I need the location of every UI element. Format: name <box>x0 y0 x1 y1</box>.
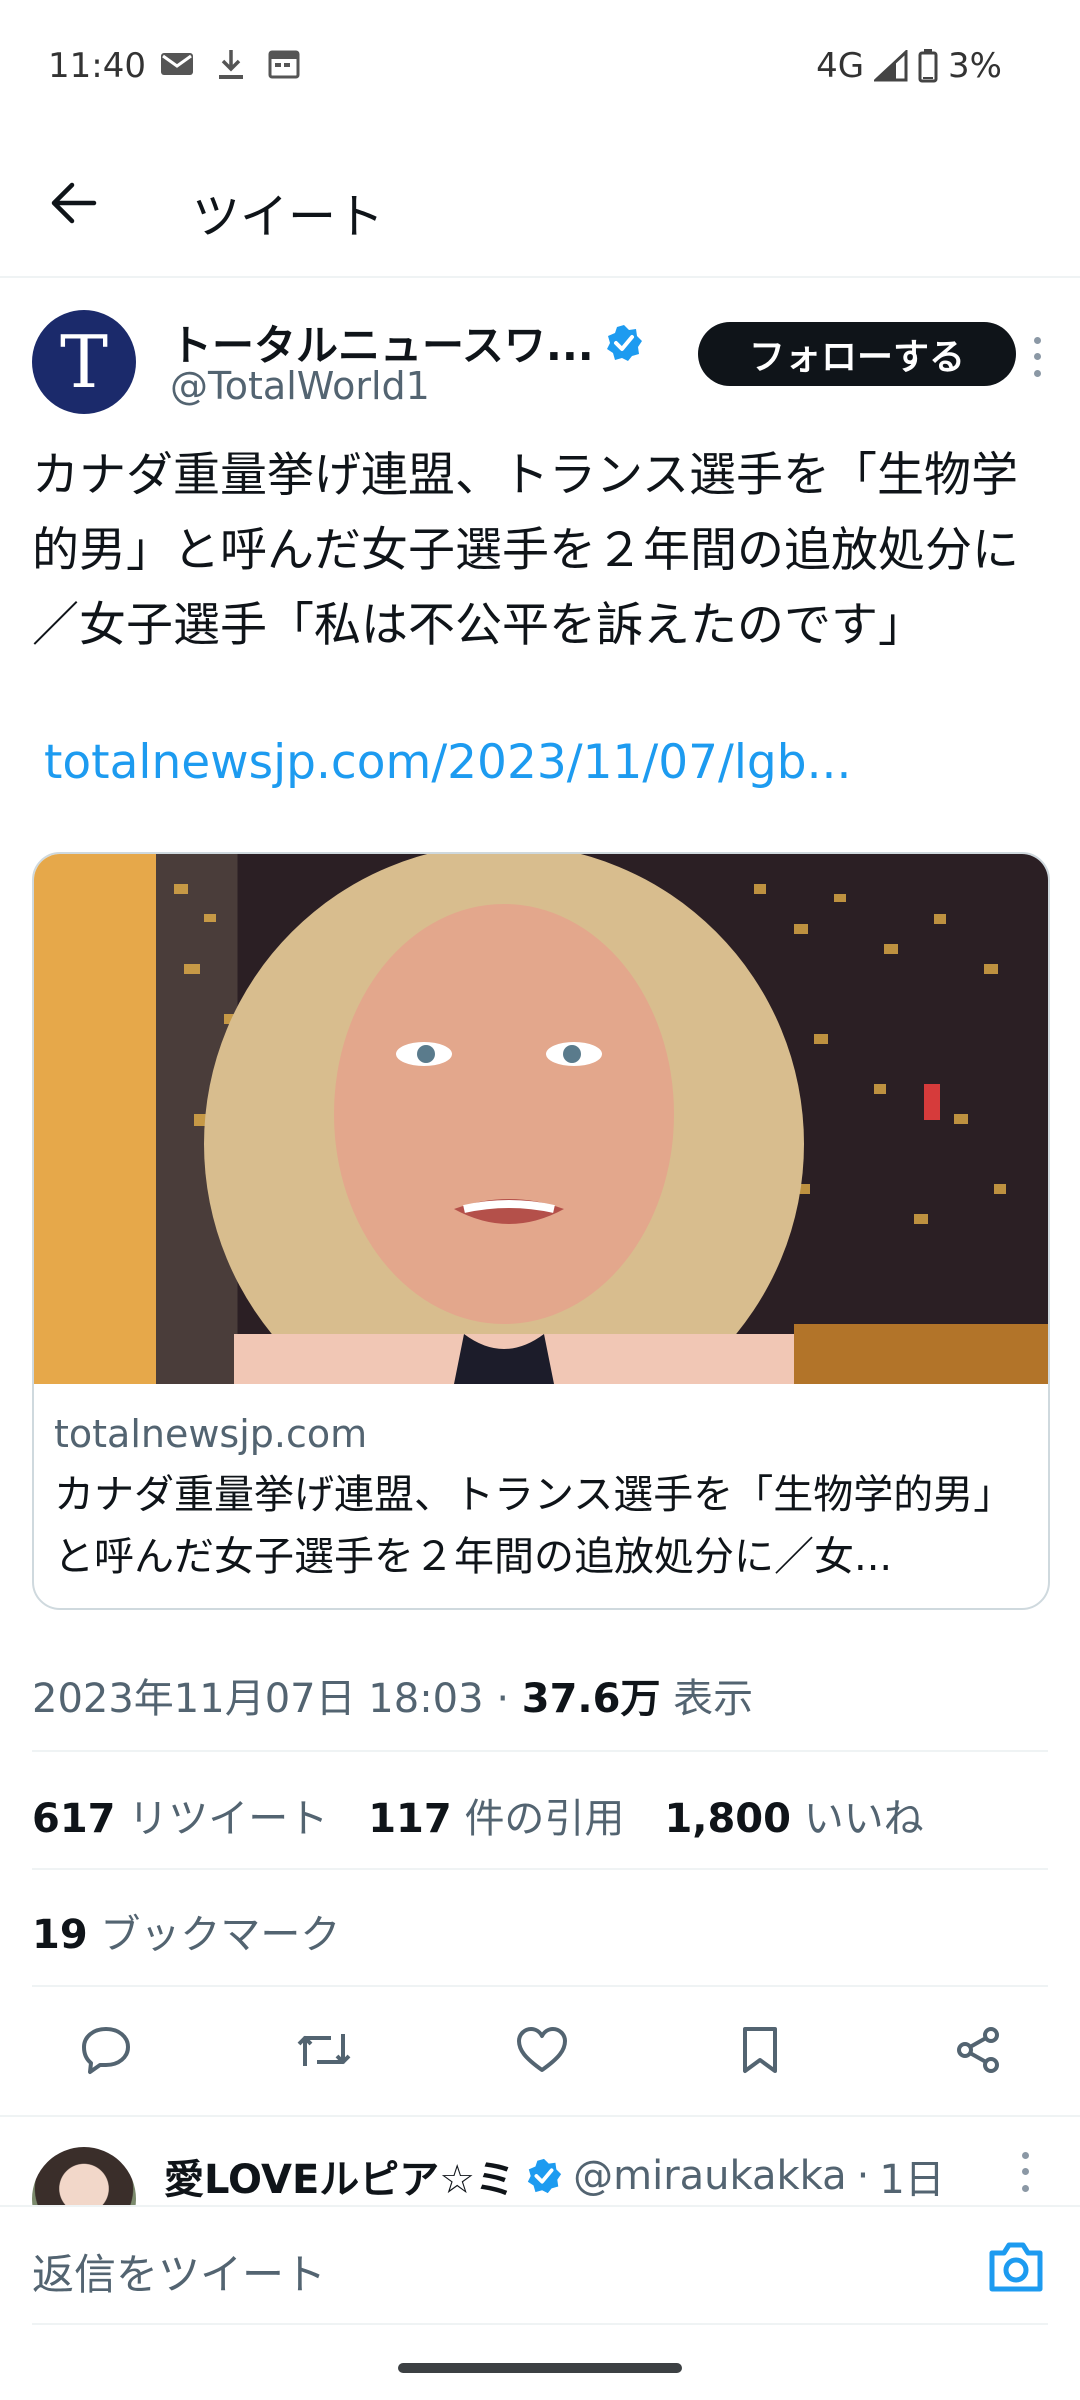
follow-button[interactable]: フォローする <box>698 322 1016 386</box>
reply-author-name: 愛LOVEルピア☆ミ <box>164 2157 516 2203</box>
likes-count: 1,800 <box>664 1796 791 1842</box>
meta-separator: · <box>496 1676 510 1722</box>
bookmark-icon <box>743 2027 777 2073</box>
network-label: 4G <box>816 46 865 86</box>
status-time: 11:40 <box>48 46 146 86</box>
author-avatar[interactable]: T <box>32 310 136 414</box>
retweet-button[interactable] <box>294 2020 354 2080</box>
tweet-author: T トータルニュースワ... @TotalWorld1 フォローする <box>32 310 1048 420</box>
back-button[interactable] <box>44 173 104 233</box>
signal-icon <box>874 50 908 82</box>
tweet-link[interactable]: totalnewsjp.com/2023/11/07/lgb... <box>44 735 851 790</box>
retweets-count: 617 <box>32 1796 116 1842</box>
bookmark-button[interactable] <box>730 2020 790 2080</box>
like-icon <box>517 2027 567 2072</box>
tweet-stats: 617 リツイート 117 件の引用 1,800 いいね <box>32 1786 924 1844</box>
card-domain: totalnewsjp.com <box>54 1412 368 1456</box>
divider <box>32 1750 1048 1752</box>
tweet-text: カナダ重量挙げ連盟、トランス選手を「生物学的男」と呼んだ女子選手を２年間の追放処… <box>32 448 1019 653</box>
more-options-icon[interactable] <box>1010 2147 1040 2197</box>
header: ツイート <box>0 135 1080 278</box>
retweet-icon <box>297 2034 351 2066</box>
verified-badge-icon <box>606 324 642 361</box>
share-button[interactable] <box>948 2020 1008 2080</box>
reply-author-row[interactable]: 愛LOVEルピア☆ミ @miraukakka · 1日 <box>164 2147 945 2205</box>
camera-button[interactable] <box>984 2237 1048 2297</box>
reply-author-handle: @miraukakka <box>573 2153 847 2199</box>
divider <box>32 1868 1048 1870</box>
retweets-stat[interactable]: 617 リツイート <box>32 1786 328 1844</box>
page-title: ツイート <box>192 189 385 245</box>
calendar-icon <box>268 50 300 79</box>
tweet-actions <box>32 2010 1048 2090</box>
more-options-icon[interactable] <box>1022 332 1052 382</box>
like-button[interactable] <box>512 2020 572 2080</box>
quotes-label: 件の引用 <box>464 1796 625 1842</box>
link-card[interactable]: totalnewsjp.com カナダ重量挙げ連盟、トランス選手を「生物学的男」… <box>32 852 1050 1610</box>
reply-compose-bar: 返信をツイート <box>0 2205 1080 2325</box>
card-title: カナダ重量挙げ連盟、トランス選手を「生物学的男」と呼んだ女子選手を２年間の追放処… <box>54 1472 1014 1580</box>
bookmarks-count: 19 <box>32 1912 88 1958</box>
likes-label: いいね <box>803 1796 924 1842</box>
views-count: 37.6万 <box>521 1676 661 1722</box>
reply-separator: · <box>856 2153 870 2199</box>
camera-icon <box>989 2242 1043 2292</box>
tweet-datetime: 2023年11月07日 18:03 <box>32 1676 484 1722</box>
home-indicator[interactable] <box>398 2363 682 2373</box>
author-handle[interactable]: @TotalWorld1 <box>170 364 430 408</box>
card-image[interactable] <box>34 854 1048 1384</box>
bookmarks-label: ブックマーク <box>100 1912 341 1958</box>
retweets-label: リツイート <box>128 1796 329 1842</box>
card-photo <box>174 854 1048 1384</box>
status-notification-icons <box>160 48 300 80</box>
reply-button[interactable] <box>76 2020 136 2080</box>
reply-time: 1日 <box>879 2157 945 2203</box>
compose-underline <box>32 2323 1048 2325</box>
reply-icon <box>82 2027 130 2074</box>
reply-input[interactable]: 返信をツイート <box>32 2241 326 2302</box>
views-label: 表示 <box>673 1676 754 1722</box>
status-right: 4G 3% <box>816 46 1002 86</box>
quotes-count: 117 <box>368 1796 452 1842</box>
quotes-stat[interactable]: 117 件の引用 <box>368 1786 624 1844</box>
likes-stat[interactable]: 1,800 いいね <box>664 1786 923 1844</box>
arrow-left-icon <box>51 182 97 224</box>
verified-badge-icon <box>527 2158 562 2194</box>
battery-icon <box>918 49 938 83</box>
status-bar: 11:40 4G 3% <box>0 0 1080 135</box>
reply-item[interactable]: 愛LOVEルピア☆ミ @miraukakka · 1日 <box>0 2115 1080 2251</box>
bookmarks-stat[interactable]: 19 ブックマーク <box>32 1902 340 1960</box>
battery-label: 3% <box>948 46 1002 86</box>
share-icon <box>957 2027 999 2073</box>
mail-icon <box>161 53 193 75</box>
download-icon <box>219 50 243 79</box>
divider <box>32 1985 1048 1987</box>
tweet-meta: 2023年11月07日 18:03 · 37.6万 表示 <box>32 1666 753 1724</box>
